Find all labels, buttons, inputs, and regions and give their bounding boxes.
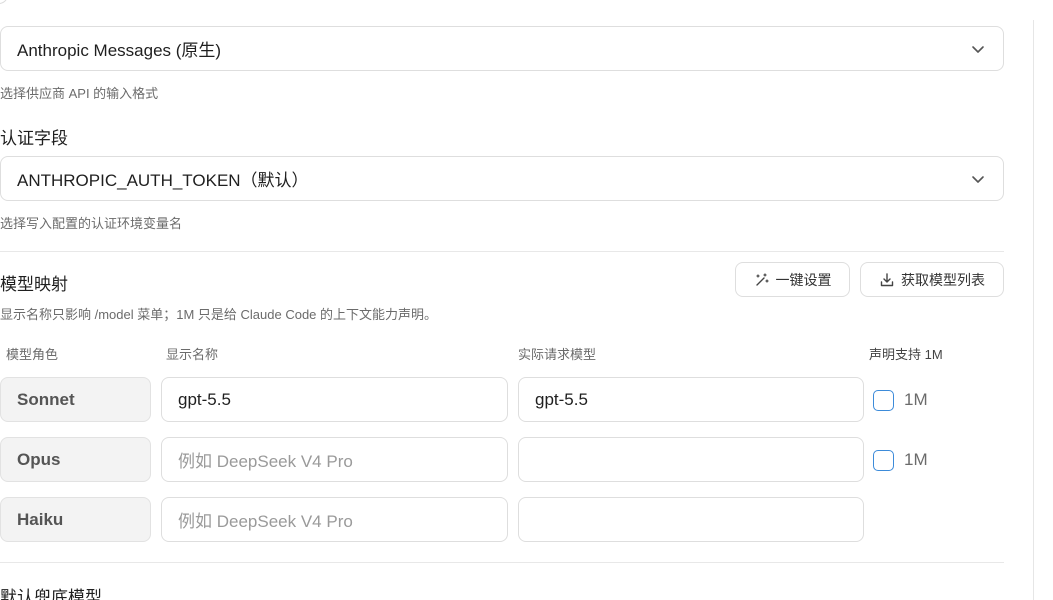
quick-setup-label: 一键设置 <box>775 271 832 288</box>
auth-field-hint: 选择写入配置的认证环境变量名 <box>0 216 183 231</box>
panel-edge-divider <box>1033 20 1034 600</box>
opus-1m-label: 1M <box>904 450 928 469</box>
auth-field-label: 认证字段 <box>0 129 68 148</box>
default-fallback-label: 默认兜底模型 <box>0 588 102 600</box>
auth-field-select[interactable]: ANTHROPIC_AUTH_TOKEN（默认） <box>0 156 1004 201</box>
opus-actual-model-input[interactable] <box>518 437 864 482</box>
role-opus: Opus <box>0 437 151 482</box>
model-mapping-title: 模型映射 <box>0 275 68 294</box>
haiku-actual-model-input[interactable] <box>518 497 864 542</box>
role-haiku: Haiku <box>0 497 151 542</box>
auth-field-value: ANTHROPIC_AUTH_TOKEN（默认） <box>17 171 309 190</box>
sonnet-1m-checkbox[interactable] <box>873 390 894 411</box>
sonnet-1m-label: 1M <box>904 390 928 409</box>
section-divider <box>0 251 1004 252</box>
opus-1m-checkbox[interactable] <box>873 450 894 471</box>
api-format-value: Anthropic Messages (原生) <box>17 41 222 60</box>
column-display-name: 显示名称 <box>166 347 219 362</box>
opus-display-name-input[interactable]: 例如 DeepSeek V4 Pro <box>161 437 508 482</box>
column-actual-model: 实际请求模型 <box>518 347 597 362</box>
api-format-select[interactable]: Anthropic Messages (原生) <box>0 26 1004 71</box>
magic-wand-icon <box>755 272 769 286</box>
role-sonnet: Sonnet <box>0 377 151 422</box>
top-corner-element <box>0 0 8 4</box>
column-role: 模型角色 <box>6 347 59 362</box>
sonnet-actual-model-input[interactable]: gpt-5.5 <box>518 377 864 422</box>
download-icon <box>880 272 894 286</box>
quick-setup-button[interactable]: 一键设置 <box>735 262 850 297</box>
api-format-hint: 选择供应商 API 的输入格式 <box>0 86 159 101</box>
section-divider <box>0 562 1004 563</box>
fetch-models-label: 获取模型列表 <box>901 271 985 288</box>
fetch-models-button[interactable]: 获取模型列表 <box>860 262 1004 297</box>
settings-page: Anthropic Messages (原生) 选择供应商 API 的输入格式 … <box>0 0 1053 600</box>
haiku-display-name-input[interactable]: 例如 DeepSeek V4 Pro <box>161 497 508 542</box>
chevron-down-icon <box>972 46 984 53</box>
model-mapping-description: 显示名称只影响 /model 菜单；1M 只是给 Claude Code 的上下… <box>0 307 438 322</box>
column-support-1m: 声明支持 1M <box>869 347 943 362</box>
chevron-down-icon <box>972 176 984 183</box>
sonnet-display-name-input[interactable]: gpt-5.5 <box>161 377 508 422</box>
